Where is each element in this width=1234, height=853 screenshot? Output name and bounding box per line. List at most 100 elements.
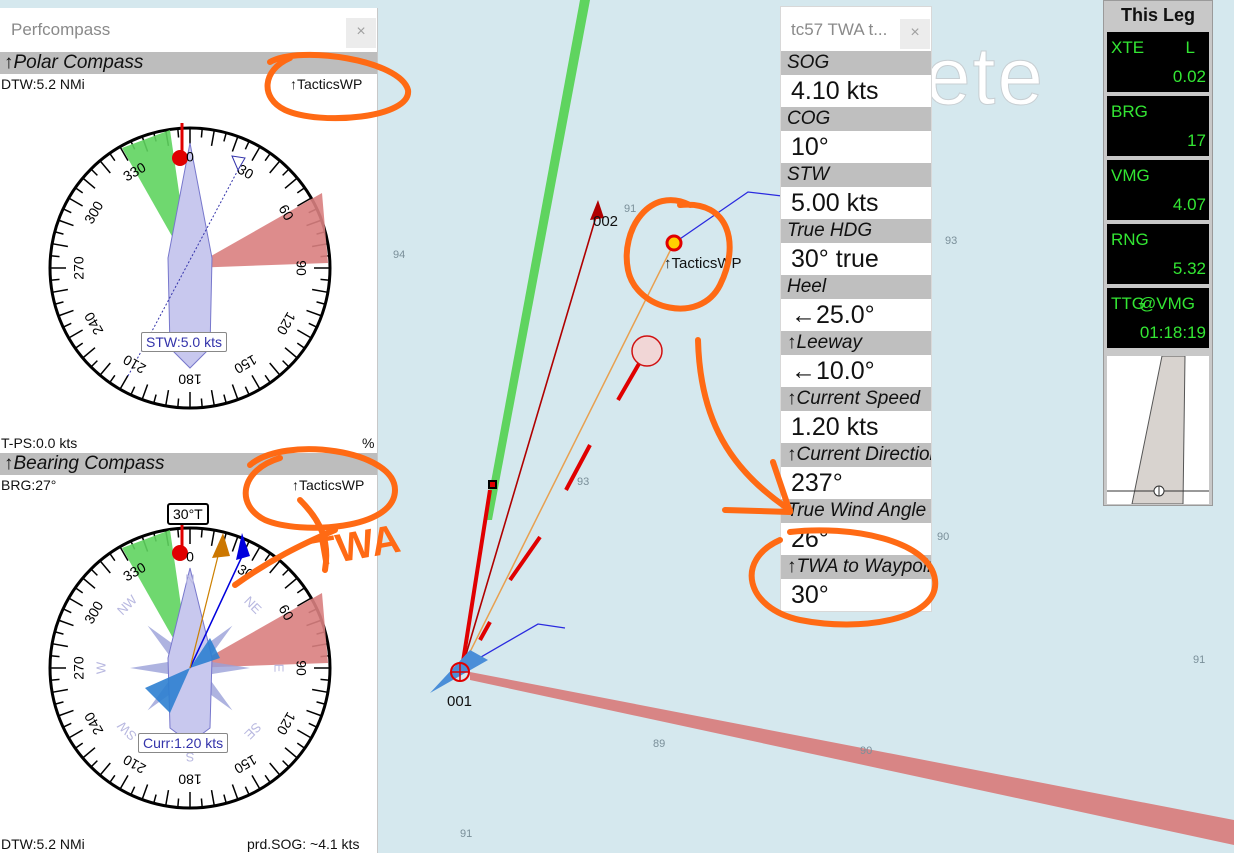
perfcompass-titlebar[interactable]: Perfcompass × xyxy=(0,8,377,52)
dial-label: 0 xyxy=(186,549,194,565)
data-row-label[interactable]: True HDG xyxy=(781,219,931,243)
tactics-wp-label[interactable]: ↑TacticsWP xyxy=(664,255,742,272)
dial-tick xyxy=(177,528,180,538)
data-row-label[interactable]: ↑Leeway xyxy=(781,331,931,355)
this-leg-title: This Leg xyxy=(1120,5,1195,25)
data-row-value: 1.20 kts xyxy=(791,413,879,441)
track-segment xyxy=(478,621,492,641)
dial-tick xyxy=(320,278,330,281)
twa-window-title: tc57 TWA t... xyxy=(791,20,888,39)
stw-label: STW:5.0 kts xyxy=(141,332,227,352)
leg-metric-value: 4.07 xyxy=(1172,195,1206,214)
leg-metric-qualifier: @VMG xyxy=(1139,294,1195,313)
leg-metric-label: BRG xyxy=(1111,102,1148,121)
dial-tick xyxy=(50,255,60,258)
data-row-label[interactable]: SOG xyxy=(781,51,931,75)
bearing-compass-dial: NEESESSWWNWN0306090120150180210240270300… xyxy=(48,523,332,810)
dial-label: 90 xyxy=(293,660,309,676)
data-row-value: 5.00 kts xyxy=(791,189,879,217)
bearing-target-wp: ↑TacticsWP xyxy=(292,477,365,493)
close-button[interactable]: × xyxy=(900,19,930,49)
percent-label: % xyxy=(362,435,375,451)
waypoint-circle xyxy=(631,335,663,367)
leg-metric-value: 0.02 xyxy=(1172,67,1206,86)
dial-tick xyxy=(177,798,180,808)
depth-label: 93 xyxy=(945,235,958,247)
leg-metric-label: XTE xyxy=(1111,38,1145,57)
bearing-compass-heading[interactable]: ↑Bearing Compass xyxy=(0,453,377,475)
leg-metric-vmg[interactable]: VMG 4.07 xyxy=(1107,160,1209,220)
data-row-label[interactable]: ↑TWA to Waypoint xyxy=(781,555,931,579)
depth-label: 94 xyxy=(393,249,406,261)
cardinal-label: W xyxy=(93,661,108,674)
depth-label: 90 xyxy=(860,745,873,757)
leg-metric-ttg[interactable]: TTG @VMG 01:18:19 xyxy=(1107,288,1209,348)
perfcompass-panel[interactable]: Perfcompass × ↑Polar Compass DTW:5.2 NMi… xyxy=(0,8,378,853)
leg-metric-label: VMG xyxy=(1111,166,1150,185)
dial-tick xyxy=(200,798,203,808)
data-row-value: 4.10 kts xyxy=(791,77,879,105)
current-label: Curr:1.20 kts xyxy=(138,733,229,753)
depth-label: 91 xyxy=(1193,654,1206,666)
data-row-value: 10° xyxy=(791,133,829,161)
dial-tick xyxy=(320,678,330,681)
dial-tick xyxy=(50,278,60,281)
dial-label: 0 xyxy=(186,149,194,165)
bearing-line xyxy=(461,242,675,669)
data-row-label[interactable]: ↑Current Direction xyxy=(781,443,931,467)
dial-tick xyxy=(177,128,180,138)
data-row-label[interactable]: ↑Current Speed xyxy=(781,387,931,411)
tactics-wp-marker xyxy=(665,234,683,252)
track-segment xyxy=(616,360,642,402)
dial-tick xyxy=(200,528,203,538)
leg-metric-rng[interactable]: RNG 5.32 xyxy=(1107,224,1209,284)
data-row-value: ←10.0° xyxy=(791,357,875,385)
data-row-value: 26° xyxy=(791,525,829,553)
data-row-label[interactable]: STW xyxy=(781,163,931,187)
xte-plot xyxy=(1107,356,1209,504)
close-button[interactable]: × xyxy=(346,18,376,48)
dial-tick xyxy=(50,678,60,681)
dial-label: 180 xyxy=(178,771,202,787)
data-row-value: 30° true xyxy=(791,245,879,273)
polar-target-wp: ↑TacticsWP xyxy=(290,76,363,92)
predicted-sog: prd.SOG: ~4.1 kts xyxy=(247,836,360,852)
leg-metric-label: RNG xyxy=(1111,230,1149,249)
depth-label: 91 xyxy=(460,828,473,840)
dial-tick xyxy=(50,655,60,658)
data-row-label[interactable]: Heel xyxy=(781,275,931,299)
bearing-dtw: DTW:5.2 NMi xyxy=(1,836,85,852)
track-segment xyxy=(508,535,542,582)
twa-true-label: 30°T xyxy=(167,503,209,525)
dial-label: 180 xyxy=(178,371,202,387)
leg-metric-value: 17 xyxy=(1187,131,1206,150)
wind-line-top xyxy=(673,191,783,244)
leg-metric-xte[interactable]: XTE L 0.02 xyxy=(1107,32,1209,92)
cardinal-label: E xyxy=(272,664,287,673)
dial-tick xyxy=(200,128,203,138)
tps-value: T-PS:0.0 kts xyxy=(1,435,78,451)
depth-label: 90 xyxy=(937,531,950,543)
polar-compass-heading[interactable]: ↑Polar Compass xyxy=(0,52,377,74)
polar-dtw: DTW:5.2 NMi xyxy=(1,76,85,92)
bearing-brg: BRG:27° xyxy=(1,477,57,493)
twa-data-window[interactable]: tc57 TWA t... × SOG 4.10 kts COG 10° STW 5.00… xyxy=(780,6,932,612)
leg-metric-brg[interactable]: BRG 17 xyxy=(1107,96,1209,156)
cardinal-label: N xyxy=(185,571,194,586)
depth-label: 91 xyxy=(624,203,637,215)
chart-background-text: ete xyxy=(925,31,1045,123)
waypoint-label-001[interactable]: 001 xyxy=(447,693,472,710)
dial-label: 270 xyxy=(71,656,87,680)
data-row-label[interactable]: COG xyxy=(781,107,931,131)
waypoint-label-002[interactable]: 002 xyxy=(593,213,618,230)
this-leg-panel[interactable]: This Leg XTE L 0.02 BRG 17 VMG 4.07 RNG 5.32 TTG @… xyxy=(1103,0,1213,506)
dial-label: 90 xyxy=(293,260,309,276)
data-row-value: 237° xyxy=(791,469,843,497)
dial-tick xyxy=(200,398,203,408)
perfcompass-title: Perfcompass xyxy=(11,20,111,39)
data-row-value: 30° xyxy=(791,581,829,609)
data-row-label[interactable]: True Wind Angle xyxy=(781,499,931,523)
dial-tick xyxy=(177,398,180,408)
depth-label: 93 xyxy=(577,476,590,488)
depth-label: 89 xyxy=(653,738,666,750)
